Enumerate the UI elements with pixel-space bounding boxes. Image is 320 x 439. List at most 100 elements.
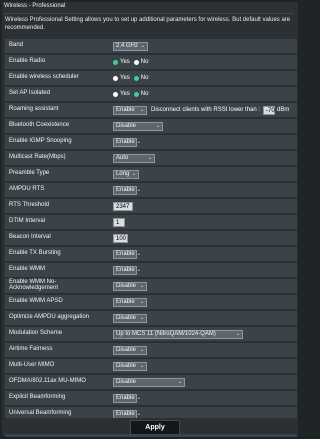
band-select[interactable]: 2.4 GHz ⌄ bbox=[113, 41, 148, 51]
setting-value: Disable ⌄ bbox=[113, 377, 185, 387]
select-value: Auto bbox=[116, 154, 129, 161]
setting-label: Band bbox=[9, 42, 24, 48]
rssi-note: Disconnect clients with RSSI lower than … bbox=[151, 107, 261, 113]
setting-label: Beacon Interval bbox=[9, 234, 51, 240]
setting-row-enable-wmm-no-acknowledgement: Enable WMM No-Acknowledgement Disable ⌄ bbox=[5, 279, 297, 293]
setting-value: Auto ⌄ bbox=[113, 153, 155, 163]
setting-row-preamble-type: Preamble Type Long ⌄ bbox=[5, 167, 297, 181]
dtim-interval-input[interactable]: 1 bbox=[113, 217, 125, 227]
setting-label: Enable wireless scheduler bbox=[9, 74, 79, 80]
setting-row-enable-igmp-snooping: Enable IGMP Snooping Enable ⌄ bbox=[5, 135, 297, 149]
wireless-professional-panel: Wireless - Professional Wireless Profess… bbox=[2, 2, 298, 439]
setting-value: Enable ⌄ bbox=[113, 249, 141, 259]
set-ap-isolated-radio-no[interactable]: No bbox=[133, 91, 149, 97]
ofdma-802-11ax-mu-mimo-select[interactable]: Disable ⌄ bbox=[113, 377, 185, 387]
beacon-interval-input[interactable]: 100 bbox=[113, 233, 128, 243]
multicast-rate-mbps-select[interactable]: Auto ⌄ bbox=[113, 153, 155, 163]
chevron-down-icon: ⌄ bbox=[136, 138, 141, 145]
enable-radio-radio-no[interactable]: No bbox=[133, 59, 148, 65]
setting-label: Enable WMM No-Acknowledgement bbox=[9, 279, 59, 291]
setting-value: Enable ⌄ bbox=[113, 265, 141, 275]
setting-row-airtime-fairness: Airtime Fairness Disable ⌄ bbox=[5, 343, 297, 357]
setting-row-ofdma-802-11ax-mu-mimo: OFDMA/802.11ax MU-MIMO Disable ⌄ bbox=[5, 375, 297, 389]
apply-button[interactable]: Apply bbox=[130, 420, 180, 435]
select-value: Disable bbox=[116, 346, 137, 353]
settings-table: Band 2.4 GHz ⌄ Enable Radio Yes No Enable wire… bbox=[5, 39, 297, 439]
optimize-ampdu-aggregation-select[interactable]: Disable ⌄ bbox=[113, 313, 147, 323]
airtime-fairness-select[interactable]: Disable ⌄ bbox=[113, 345, 147, 355]
setting-row-multi-user-mimo: Multi-User MIMO Disable ⌄ bbox=[5, 359, 297, 373]
chevron-down-icon: ⌄ bbox=[139, 282, 144, 289]
radio-dot-icon bbox=[113, 75, 118, 81]
chevron-down-icon: ⌄ bbox=[139, 298, 144, 305]
setting-value: Long ⌄ bbox=[113, 169, 139, 179]
preamble-type-select[interactable]: Long ⌄ bbox=[113, 169, 139, 179]
page-title: Wireless - Professional bbox=[4, 3, 66, 9]
chevron-down-icon: ⌄ bbox=[147, 154, 152, 161]
explicit-beamforming-select[interactable]: Enable ⌄ bbox=[113, 393, 141, 403]
setting-row-enable-radio: Enable Radio Yes No bbox=[5, 55, 297, 69]
multi-user-mimo-select[interactable]: Disable ⌄ bbox=[113, 361, 147, 371]
apply-bar: Apply bbox=[5, 418, 297, 435]
setting-label: Universal Beamforming bbox=[9, 410, 72, 416]
enable-tx-bursting-select[interactable]: Enable ⌄ bbox=[113, 249, 141, 259]
radio-label: No bbox=[140, 91, 149, 97]
roaming-assistant-select[interactable]: Enable ⌄ bbox=[113, 105, 147, 115]
setting-row-optimize-ampdu-aggregation: Optimize AMPDU aggregation Disable ⌄ bbox=[5, 311, 297, 325]
rts-threshold-input[interactable]: 2347 bbox=[113, 201, 133, 211]
setting-value: Enable ⌄ bbox=[113, 137, 141, 147]
chevron-down-icon: ⌄ bbox=[177, 378, 182, 385]
rssi-unit: dBm bbox=[277, 107, 290, 113]
select-value: Enable bbox=[116, 250, 135, 257]
enable-wireless-scheduler-radio-no[interactable]: No bbox=[133, 75, 149, 81]
bluetooth-coexistence-select[interactable]: Disable ⌄ bbox=[113, 121, 163, 131]
setting-value: 1 bbox=[113, 217, 125, 227]
modulation-scheme-select[interactable]: Up to MCS 11 (NitroQAM/1024-QAM) ⌄ bbox=[113, 329, 243, 339]
radio-label: Yes bbox=[120, 59, 130, 65]
setting-row-dtim-interval: DTIM Interval 1 bbox=[5, 215, 297, 229]
setting-value: Up to MCS 11 (NitroQAM/1024-QAM) ⌄ bbox=[113, 329, 243, 339]
setting-label: Enable TX Bursting bbox=[9, 250, 61, 256]
select-value: Disable bbox=[116, 314, 137, 321]
setting-row-enable-wireless-scheduler: Enable wireless scheduler Yes No bbox=[5, 71, 297, 85]
select-value: Enable bbox=[116, 106, 135, 113]
setting-value: 2347 bbox=[113, 201, 133, 211]
enable-wireless-scheduler-radio-yes[interactable]: Yes bbox=[113, 75, 130, 81]
ampdu-rts-select[interactable]: Enable ⌄ bbox=[113, 185, 141, 195]
enable-igmp-snooping-select[interactable]: Enable ⌄ bbox=[113, 137, 141, 147]
setting-row-band: Band 2.4 GHz ⌄ bbox=[5, 39, 297, 53]
setting-value: Enable ⌄ Disconnect clients with RSSI lowe… bbox=[113, 105, 289, 115]
setting-value: Disable ⌄ bbox=[113, 361, 147, 371]
setting-label: Optimize AMPDU aggregation bbox=[9, 314, 90, 320]
setting-row-enable-tx-bursting: Enable TX Bursting Enable ⌄ bbox=[5, 247, 297, 261]
chevron-down-icon: ⌄ bbox=[139, 346, 144, 353]
select-value: Up to MCS 11 (NitroQAM/1024-QAM) bbox=[116, 330, 216, 337]
setting-value: Enable ⌄ bbox=[113, 297, 147, 307]
setting-label: Enable Radio bbox=[9, 58, 46, 64]
setting-value: 2.4 GHz ⌄ bbox=[113, 41, 148, 51]
setting-label: OFDMA/802.11ax MU-MIMO bbox=[9, 378, 86, 384]
radio-label: No bbox=[140, 75, 149, 81]
enable-wmm-select[interactable]: Enable ⌄ bbox=[113, 265, 141, 275]
setting-value: Enable ⌄ bbox=[113, 393, 141, 403]
enable-wmm-no-acknowledgement-select[interactable]: Disable ⌄ bbox=[113, 281, 147, 291]
setting-row-roaming-assistant: Roaming assistant Enable ⌄ Disconnect clien… bbox=[5, 103, 297, 117]
radio-dot-icon bbox=[133, 75, 139, 81]
rssi-input[interactable]: -70 bbox=[263, 105, 276, 115]
radio-label: Yes bbox=[120, 91, 130, 97]
setting-label: RTS Threshold bbox=[9, 202, 50, 208]
select-value: Disable bbox=[116, 122, 137, 129]
setting-value: Disable ⌄ bbox=[113, 121, 163, 131]
set-ap-isolated-radio-yes[interactable]: Yes bbox=[113, 91, 130, 97]
setting-label: Multicast Rate(Mbps) bbox=[9, 154, 66, 160]
setting-value: Yes No bbox=[113, 73, 152, 83]
enable-radio-radio-yes[interactable]: Yes bbox=[113, 59, 130, 65]
enable-wmm-apsd-select[interactable]: Enable ⌄ bbox=[113, 297, 147, 307]
radio-dot-icon bbox=[133, 91, 139, 97]
setting-row-ampdu-rts: AMPDU RTS Enable ⌄ bbox=[5, 183, 297, 197]
setting-row-multicast-rate-mbps: Multicast Rate(Mbps) Auto ⌄ bbox=[5, 151, 297, 165]
setting-value: Enable ⌄ bbox=[113, 185, 141, 195]
select-value: Disable bbox=[116, 378, 137, 385]
select-value: Disable bbox=[116, 362, 137, 369]
title-divider bbox=[4, 13, 294, 14]
